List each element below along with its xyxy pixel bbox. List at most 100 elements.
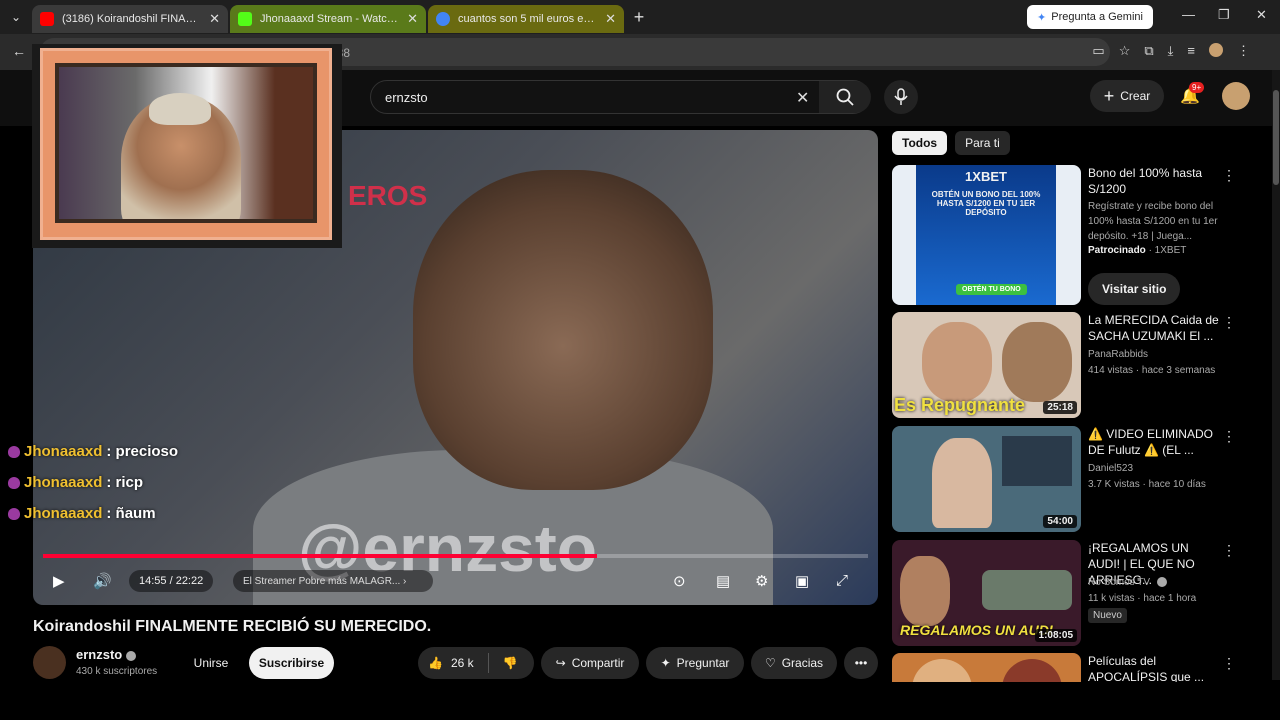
voice-search-button[interactable] (884, 80, 918, 114)
thanks-button[interactable]: ♡ Gracias (751, 647, 837, 679)
more-options-icon[interactable]: ⋮ (1222, 167, 1236, 184)
account-avatar[interactable] (1222, 82, 1250, 110)
tab-google[interactable]: cuantos son 5 mil euros en sole ✕ (428, 5, 624, 33)
settings-gear-icon[interactable]: ⚙ (755, 572, 768, 590)
video-meta: 3.7 K vistas · hace 10 días (1088, 479, 1206, 490)
video-thumbnail[interactable] (892, 653, 1081, 682)
video-thumbnail[interactable]: 54:00 (892, 426, 1081, 532)
cast-icon[interactable]: ▭ (1092, 43, 1104, 59)
gemini-sparkle-icon: ✦ (1037, 11, 1047, 24)
thumbnail-face (912, 659, 972, 682)
media-controls-icon[interactable]: ≡ (1187, 43, 1195, 59)
new-tab-button[interactable]: + (626, 7, 652, 28)
search-input[interactable]: ernzsto (385, 90, 428, 105)
video-channel[interactable]: PanaRabbids (1088, 347, 1222, 363)
more-options-icon[interactable]: ⋮ (1222, 655, 1236, 672)
thanks-label: Gracias (781, 656, 824, 670)
close-tab-icon[interactable]: ✕ (209, 11, 220, 27)
recommended-video[interactable]: Películas del APOCALÍPSIS que ... ⋮ (892, 653, 1252, 682)
chapter-title[interactable]: El Streamer Pobre más MALAGR... › (233, 570, 433, 592)
volume-icon[interactable]: 🔊 (93, 572, 112, 590)
video-title[interactable]: ⚠️ VIDEO ELIMINADO DE Fulutz ⚠️ (EL ... (1088, 426, 1222, 458)
like-count: 26 k (450, 656, 474, 670)
profile-avatar-icon[interactable] (1209, 43, 1223, 57)
visit-site-button[interactable]: Visitar sitio (1088, 273, 1181, 305)
like-dislike-group: 👍 26 k 👎 (418, 647, 534, 679)
scrollbar-thumb[interactable] (1273, 90, 1279, 185)
autoplay-toggle-icon[interactable]: ⊙ (673, 572, 686, 590)
ad-thumbnail[interactable]: 1XBET OBTÉN UN BONO DEL 100% HASTA S/120… (892, 165, 1081, 305)
browser-menu-icon[interactable]: ⋮ (1237, 43, 1250, 59)
search-button[interactable] (819, 81, 871, 113)
verified-check-icon (1156, 577, 1167, 588)
video-title[interactable]: La MERECIDA Caida de SACHA UZUMAKI El ..… (1088, 312, 1222, 344)
thumbnail-person (932, 438, 992, 528)
recommended-video[interactable]: REGALAMOS UN AUDI 1:08:05 ¡REGALAMOS UN … (892, 540, 1252, 646)
video-thumbnail[interactable]: REGALAMOS UN AUDI 1:08:05 (892, 540, 1081, 646)
create-label: Crear (1120, 89, 1151, 103)
download-icon[interactable]: ⤓ (1168, 43, 1174, 59)
more-options-icon[interactable]: ⋮ (1222, 542, 1236, 559)
more-actions-button[interactable]: ••• (844, 647, 878, 679)
webcam-feed (55, 63, 317, 223)
subtitles-icon[interactable]: ▤ (716, 572, 730, 590)
channel-name[interactable]: ernzsto (76, 647, 137, 662)
video-channel[interactable]: Daniel523 (1088, 461, 1222, 477)
close-window-icon[interactable]: ✕ (1256, 7, 1267, 23)
progress-bar[interactable] (43, 554, 868, 558)
thumbs-down-icon[interactable]: 👎 (503, 656, 518, 670)
tab-kick[interactable]: Jhonaaaxd Stream - Watch Live ✕ (230, 5, 426, 33)
more-options-icon[interactable]: ⋮ (1222, 314, 1236, 331)
ad-title[interactable]: Bono del 100% hasta S/1200 (1088, 165, 1222, 197)
toolbar-icons: ▭ ☆ ⧉ ⤓ ≡ ⋮ (1092, 43, 1250, 59)
video-background-text: EROS (348, 180, 428, 211)
chat-badge-icon (8, 445, 20, 458)
gemini-button[interactable]: ✦ Pregunta a Gemini (1027, 5, 1153, 29)
extensions-icon[interactable]: ⧉ (1144, 43, 1153, 59)
subscribe-button[interactable]: Suscribirse (249, 647, 334, 679)
sponsored-ad[interactable]: 1XBET OBTÉN UN BONO DEL 100% HASTA S/120… (892, 165, 1252, 305)
create-button[interactable]: + Crear (1090, 80, 1164, 112)
miniplayer-icon[interactable]: ▣ (795, 572, 809, 590)
recommended-video[interactable]: 54:00 ⚠️ VIDEO ELIMINADO DE Fulutz ⚠️ (E… (892, 426, 1252, 532)
more-dots-icon: ••• (854, 656, 868, 670)
channel-avatar[interactable] (33, 646, 66, 679)
thumbnail-face (1002, 659, 1062, 682)
maximize-icon[interactable]: ❐ (1218, 7, 1230, 23)
webcam-frame (40, 48, 332, 240)
share-button[interactable]: ↪ Compartir (541, 647, 639, 679)
chip-para-ti[interactable]: Para ti (955, 131, 1010, 155)
bookmark-star-icon[interactable]: ☆ (1119, 43, 1131, 59)
ask-button[interactable]: ✦ Preguntar (646, 647, 744, 679)
recommended-video[interactable]: Es Repugnante 25:18 La MERECIDA Caida de… (892, 312, 1252, 418)
bottom-letterbox (0, 682, 1280, 720)
thumbnail-person (900, 556, 950, 626)
tab-search-chevron-icon[interactable]: ⌄ (0, 0, 32, 34)
close-tab-icon[interactable]: ✕ (407, 11, 418, 27)
join-button[interactable]: Unirse (182, 647, 240, 679)
chip-todos[interactable]: Todos (892, 131, 948, 155)
tab-title: cuantos son 5 mil euros en sole (458, 13, 597, 25)
close-tab-icon[interactable]: ✕ (605, 11, 616, 27)
like-button[interactable]: 👍 26 k (428, 656, 474, 670)
more-options-icon[interactable]: ⋮ (1222, 428, 1236, 445)
clear-search-icon[interactable]: ✕ (796, 88, 809, 108)
minimize-icon[interactable]: — (1182, 7, 1195, 22)
divider (487, 653, 489, 673)
back-arrow-icon[interactable]: ← (12, 43, 26, 59)
video-channel[interactable]: No Somos TV (1088, 575, 1222, 591)
chat-username: Jhonaaaxd (24, 505, 103, 522)
chat-message: Jhonaaaxd : ñaum (0, 505, 156, 522)
thumbnail-monitor (1002, 436, 1072, 486)
search-box[interactable]: ernzsto ✕ (370, 80, 871, 114)
play-icon[interactable]: ▶ (53, 572, 65, 590)
ask-label: Preguntar (676, 656, 730, 670)
subscribe-label: Suscribirse (258, 656, 325, 670)
fullscreen-icon[interactable]: ⤢ (836, 572, 848, 589)
tab-youtube[interactable]: (3186) Koirandoshil FINALMENTE ✕ (32, 5, 228, 33)
video-title[interactable]: Películas del APOCALÍPSIS que ... (1088, 653, 1222, 682)
page-scrollbar[interactable] (1272, 70, 1280, 680)
plus-icon: + (1103, 85, 1115, 106)
video-thumbnail[interactable]: Es Repugnante 25:18 (892, 312, 1081, 418)
chat-badge-icon (8, 507, 20, 520)
